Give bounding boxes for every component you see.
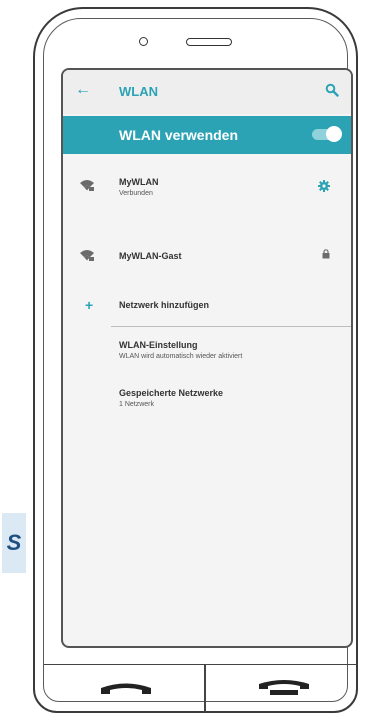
app-bar: ← WLAN xyxy=(63,70,351,114)
network-item-mywlan[interactable]: MyWLAN Verbunden xyxy=(63,168,351,212)
divider xyxy=(111,326,351,327)
network-status: Verbunden xyxy=(119,190,153,197)
wlan-switch-knob[interactable] xyxy=(326,126,342,142)
settings-item-saved-networks[interactable]: Gespeicherte Netzwerke 1 Netzwerk xyxy=(63,382,351,418)
add-icon: + xyxy=(85,297,94,313)
call-end-icon[interactable] xyxy=(256,678,312,698)
lock-icon xyxy=(322,249,330,259)
earpiece-speaker xyxy=(186,38,232,46)
network-name: MyWLAN xyxy=(119,177,159,187)
settings-item-wlan-einstellung[interactable]: WLAN-Einstellung WLAN wird automatisch w… xyxy=(63,334,351,370)
page-title: WLAN xyxy=(119,84,158,99)
call-accept-icon[interactable] xyxy=(98,680,154,698)
wlan-toggle-bar[interactable]: WLAN verwenden xyxy=(63,116,351,154)
front-camera xyxy=(139,37,148,46)
back-arrow-icon[interactable]: ← xyxy=(75,82,91,98)
network-item-mywlan-gast[interactable]: MyWLAN-Gast xyxy=(63,240,351,274)
gear-icon[interactable] xyxy=(318,180,330,192)
network-name: MyWLAN-Gast xyxy=(119,251,182,261)
settings-item-subtitle: 1 Netzwerk xyxy=(119,401,155,408)
screen: ← WLAN WLAN verwenden MyWLAN Verbunden M… xyxy=(61,68,353,648)
search-icon[interactable] xyxy=(325,83,339,97)
wlan-toggle-label: WLAN verwenden xyxy=(119,127,239,143)
settings-item-subtitle: WLAN wird automatisch wieder aktiviert xyxy=(119,353,243,360)
wifi-signal-icon xyxy=(80,180,94,191)
add-network-button[interactable]: + Netzwerk hinzufügen xyxy=(63,292,351,322)
side-tab-letter: S xyxy=(2,513,26,573)
add-network-label: Netzwerk hinzufügen xyxy=(119,300,210,310)
settings-item-title: Gespeicherte Netzwerke xyxy=(119,388,224,398)
settings-item-title: WLAN-Einstellung xyxy=(119,340,198,350)
key-divider xyxy=(204,664,206,712)
wifi-signal-icon xyxy=(80,250,94,261)
